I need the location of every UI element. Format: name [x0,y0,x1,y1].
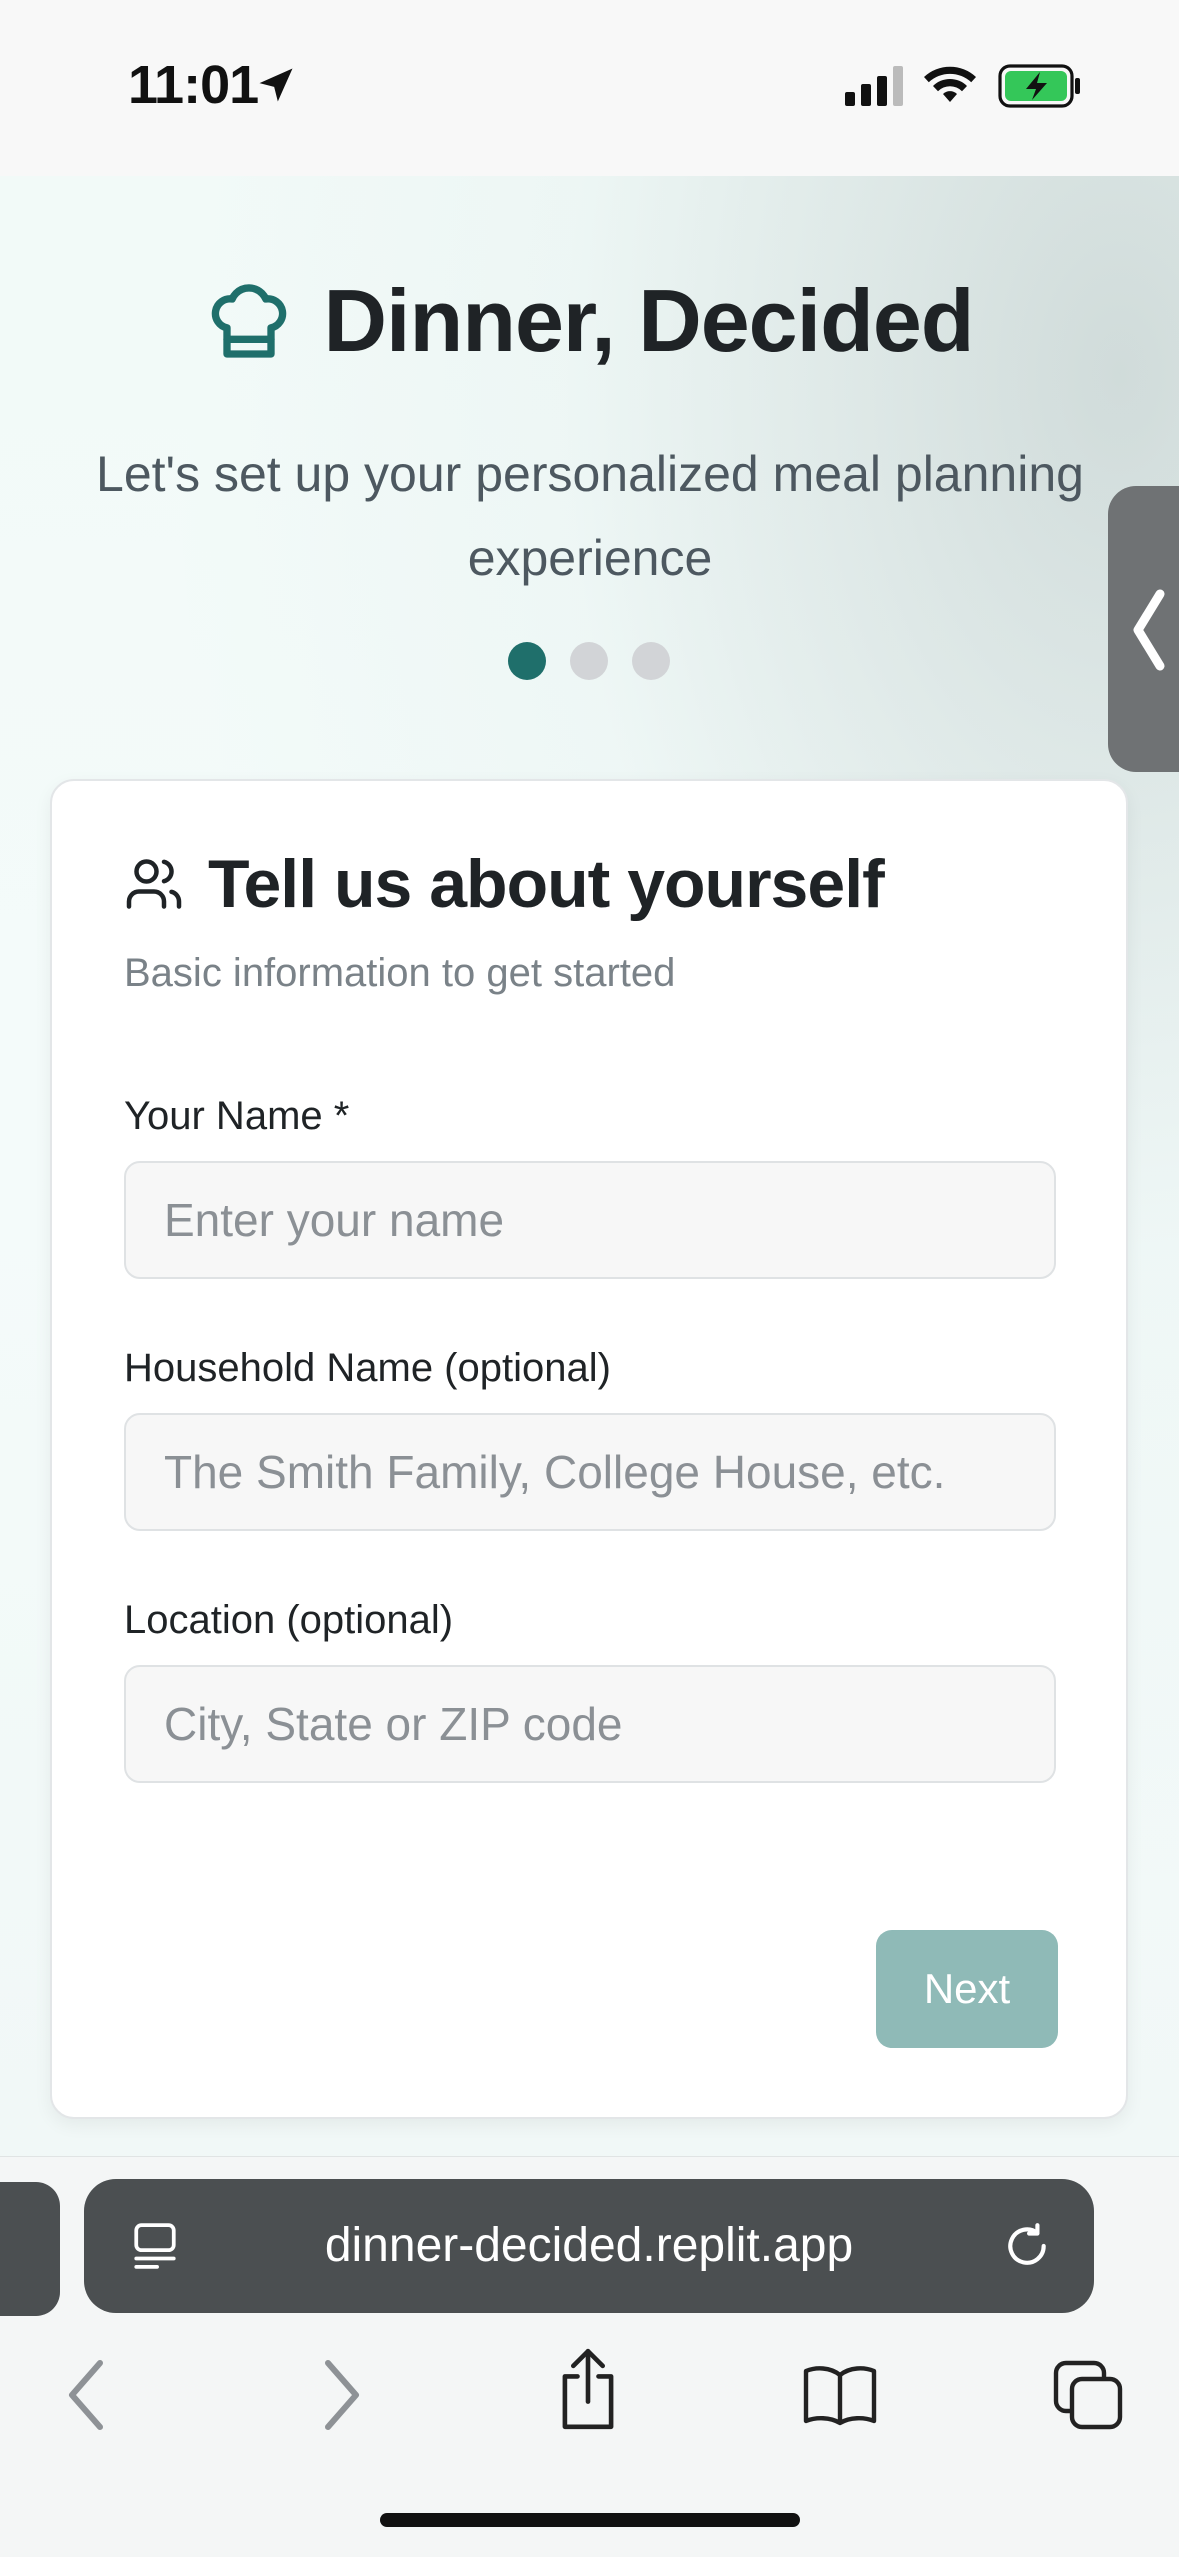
location-input[interactable] [124,1665,1056,1783]
household-name-label: Household Name (optional) [124,1346,611,1390]
onboarding-card: Tell us about yourself Basic information… [50,779,1128,2119]
card-subtitle: Basic information to get started [124,951,676,995]
users-icon [126,859,182,909]
name-input[interactable] [124,1161,1056,1279]
chef-hat-icon [212,284,287,358]
bookmarks-icon[interactable] [802,2357,878,2433]
reload-icon[interactable] [1002,2221,1052,2271]
tabs-icon[interactable] [1052,2357,1124,2433]
side-drawer-handle[interactable] [1108,486,1179,772]
forward-icon[interactable] [320,2357,364,2433]
step-indicator [508,642,670,680]
cellular-signal-icon [845,66,903,106]
home-indicator [380,2513,800,2527]
app-title: Dinner, Decided [323,271,974,370]
browser-toolbar: dinner-decided.replit.app [0,2156,1179,2557]
step-dot-2 [570,642,608,680]
household-name-input[interactable] [124,1413,1056,1531]
name-label: Your Name * [124,1094,350,1138]
share-icon[interactable] [556,2347,620,2431]
address-bar[interactable]: dinner-decided.replit.app [84,2179,1094,2313]
app-page: Dinner, Decided Let's set up your person… [0,176,1179,2156]
hero-subtitle: Let's set up your personalized meal plan… [96,446,1084,586]
battery-charging-icon [998,64,1080,108]
next-button[interactable]: Next [876,1930,1058,2048]
url-text: dinner-decided.replit.app [324,2219,854,2272]
location-label: Location (optional) [124,1598,454,1642]
back-icon[interactable] [64,2357,108,2433]
status-time: 11:01 [128,55,259,115]
previous-tab-peek[interactable] [0,2182,60,2316]
step-dot-3 [632,642,670,680]
location-arrow-icon [259,68,293,102]
card-title: Tell us about yourself [208,846,885,922]
hero-title: Dinner, Decided [0,270,1179,386]
step-dot-1 [508,642,546,680]
status-bar: 11:01 [0,0,1179,176]
chevron-left-icon [1133,589,1165,671]
card-header: Tell us about yourself [124,845,885,923]
wifi-icon [924,66,976,102]
